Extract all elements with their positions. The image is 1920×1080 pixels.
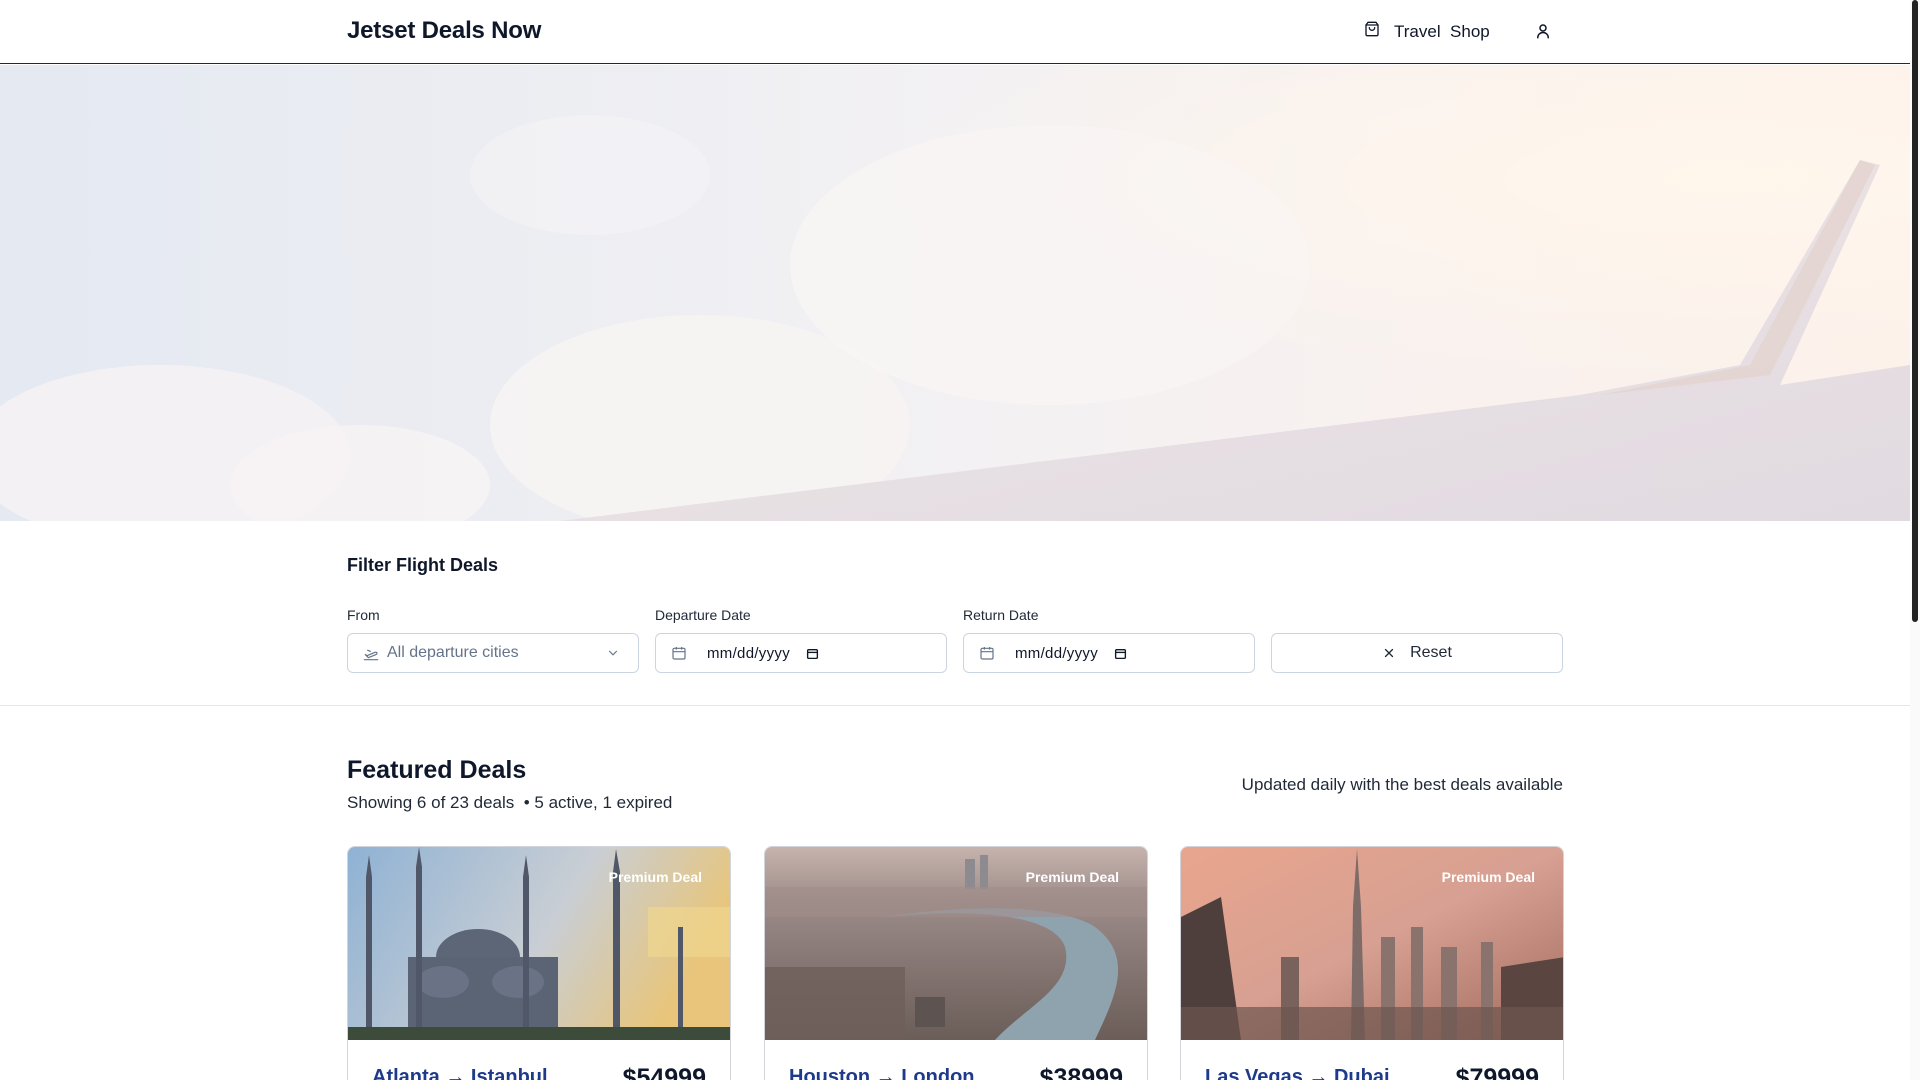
plane-departure-icon [363, 649, 379, 661]
travel-shop-link[interactable]: Travel Shop [1364, 21, 1490, 42]
return-date-value: mm/dd/yyyy [1015, 644, 1099, 662]
deal-card[interactable]: Premium Deal Las Vegas → Dubai $79999 [1180, 846, 1564, 1080]
user-icon [1537, 24, 1549, 39]
calendar-icon [672, 647, 686, 660]
deal-route: Atlanta → Istanbul [372, 1066, 548, 1080]
deal-price: $54999 [622, 1064, 706, 1080]
deal-route: Las Vegas → Dubai [1205, 1066, 1390, 1080]
return-date-label: Return Date [963, 607, 1039, 623]
return-date-input[interactable]: mm/dd/yyyy [963, 633, 1255, 673]
deal-card[interactable]: Premium Deal Houston → London $38999 [764, 846, 1148, 1080]
airplane-wing-hero-image [0, 65, 1910, 521]
travel-shop-label: Travel Shop [1394, 21, 1490, 41]
premium-deal-badge: Premium Deal [1441, 869, 1535, 885]
featured-update-note: Updated daily with the best deals availa… [1241, 775, 1563, 794]
site-header: Jetset Deals Now Travel Shop [0, 0, 1910, 64]
deal-card[interactable]: Premium Deal Atlanta → Istanbul $54999 [347, 846, 731, 1080]
featured-title: Featured Deals [347, 756, 527, 784]
from-select[interactable]: All departure cities [347, 633, 639, 673]
filter-title: Filter Flight Deals [347, 555, 499, 575]
filter-section: Filter Flight Deals From All departure c… [0, 521, 1910, 706]
departure-date-label: Departure Date [655, 607, 751, 623]
departure-date-value: mm/dd/yyyy [707, 644, 791, 662]
brand-logo[interactable]: Jetset Deals Now [347, 17, 541, 45]
reset-label: Reset [1410, 644, 1452, 661]
hero-banner [0, 65, 1910, 521]
premium-deal-badge: Premium Deal [1025, 869, 1119, 885]
premium-deal-badge: Premium Deal [608, 869, 702, 885]
chevron-down-icon [608, 650, 618, 656]
reset-button[interactable]: Reset [1271, 633, 1563, 673]
deal-price: $38999 [1039, 1064, 1123, 1080]
featured-subtitle: Showing 6 of 23 deals • 5 active, 1 expi… [347, 793, 673, 812]
from-label: From [347, 607, 380, 623]
shopping-bag-icon [1364, 21, 1380, 42]
date-picker-icon[interactable] [1114, 647, 1127, 660]
from-select-value: All departure cities [387, 644, 519, 661]
deal-route: Houston → London [789, 1066, 975, 1080]
calendar-icon [980, 647, 994, 660]
close-icon [1384, 648, 1394, 658]
date-picker-icon[interactable] [806, 647, 819, 660]
deal-price: $79999 [1455, 1064, 1539, 1080]
user-account-button[interactable] [1534, 22, 1552, 40]
page-scrollbar-thumb[interactable] [1912, 0, 1918, 622]
departure-date-input[interactable]: mm/dd/yyyy [655, 633, 947, 673]
